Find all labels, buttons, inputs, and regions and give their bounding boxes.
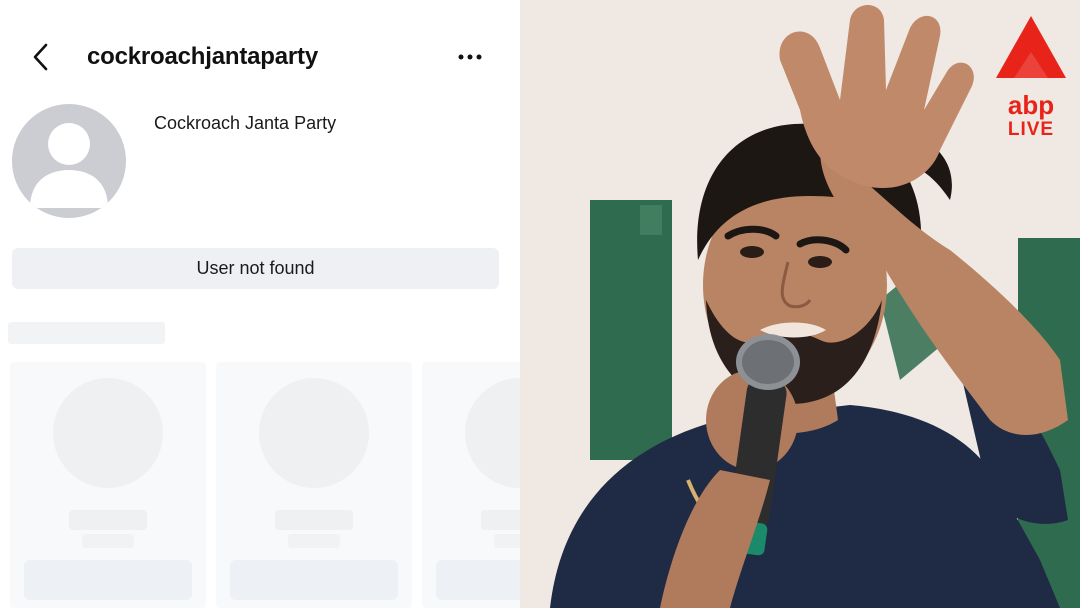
profile-username: cockroachjantaparty — [87, 43, 318, 70]
suggested-name-placeholder — [69, 510, 147, 530]
profile-screen: cockroachjantaparty Cockroach Janta Part… — [0, 0, 520, 608]
suggested-follow-placeholder — [230, 560, 398, 600]
default-avatar-icon — [30, 123, 108, 208]
profile-display-name: Cockroach Janta Party — [154, 113, 337, 133]
back-button[interactable] — [24, 40, 58, 74]
suggested-name-placeholder — [275, 510, 353, 530]
suggested-follow-placeholder — [24, 560, 192, 600]
user-not-found-banner: User not found — [12, 248, 499, 289]
suggested-meta-placeholder — [82, 534, 134, 548]
speaker-photo: abp LIVE — [520, 0, 1080, 608]
suggested-header-placeholder — [8, 322, 165, 344]
user-not-found-text: User not found — [196, 258, 315, 278]
more-horizontal-icon — [458, 54, 482, 60]
suggested-avatar-placeholder — [259, 378, 369, 488]
chevron-left-icon — [33, 43, 48, 71]
suggested-name-placeholder — [481, 510, 520, 530]
more-options-button[interactable] — [452, 42, 488, 72]
suggested-meta-placeholder — [288, 534, 340, 548]
suggested-meta-placeholder — [494, 534, 520, 548]
suggested-card — [216, 362, 412, 608]
suggested-follow-placeholder — [436, 560, 520, 600]
suggested-card — [10, 362, 206, 608]
suggested-avatar-placeholder — [53, 378, 163, 488]
logo-word: abp — [1007, 90, 1055, 120]
abp-live-logo: abp LIVE — [992, 14, 1070, 144]
logo-live: LIVE — [1007, 119, 1055, 140]
profile-avatar — [12, 104, 126, 218]
triangle-logo-icon — [996, 16, 1066, 78]
suggested-card — [422, 362, 520, 608]
suggested-avatar-placeholder — [465, 378, 520, 488]
